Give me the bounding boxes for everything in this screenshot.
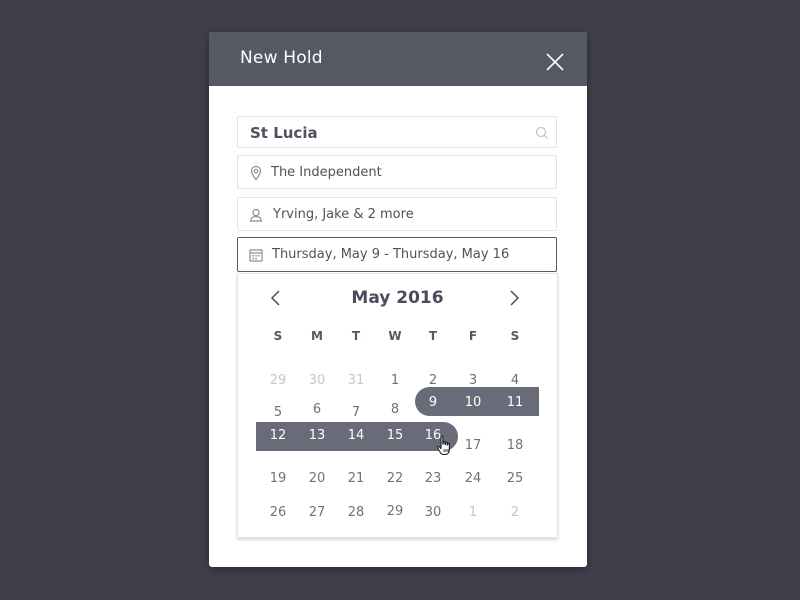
date-field[interactable]: Thursday, May 9 - Thursday, May 16	[237, 237, 557, 272]
date-picker-calendar: May 2016 SMTWTFS 29 30 31 1 2 3 4 5 6 7 8 9 10 11 12 13…	[237, 273, 558, 538]
calendar-day[interactable]: 19	[263, 471, 293, 486]
calendar-day[interactable]: 25	[500, 471, 530, 486]
calendar-day[interactable]: 8	[380, 402, 410, 417]
people-input[interactable]: Yrving, Jake & 2 more	[273, 207, 414, 222]
calendar-day[interactable]: 2	[418, 373, 448, 388]
venue-field[interactable]: The Independent	[237, 155, 557, 189]
calendar-day[interactable]: 30	[302, 373, 332, 388]
calendar-day[interactable]: 6	[302, 402, 332, 417]
calendar-day[interactable]: 28	[341, 505, 371, 520]
weekday-label: S	[510, 329, 520, 343]
calendar-day[interactable]: 20	[302, 471, 332, 486]
calendar-day[interactable]: 1	[458, 505, 488, 520]
calendar-day[interactable]: 31	[341, 373, 371, 388]
calendar-day[interactable]: 22	[380, 471, 410, 486]
calendar-day[interactable]: 12	[263, 428, 293, 443]
close-button[interactable]	[543, 50, 567, 74]
weekday-label: M	[311, 329, 323, 343]
calendar-day[interactable]: 5	[263, 405, 293, 420]
calendar-day[interactable]: 29	[263, 373, 293, 388]
venue-input[interactable]: The Independent	[271, 165, 382, 180]
calendar-day[interactable]: 23	[418, 471, 448, 486]
calendar-day[interactable]: 14	[341, 428, 371, 443]
calendar-day[interactable]: 13	[302, 428, 332, 443]
calendar-day[interactable]: 9	[418, 395, 448, 410]
new-hold-modal: New Hold St Lucia The Independent Yrving…	[209, 32, 587, 567]
next-month-button[interactable]	[504, 288, 524, 308]
weekday-label: T	[351, 329, 361, 343]
modal-header: New Hold	[209, 32, 587, 86]
calendar-day[interactable]: 26	[263, 505, 293, 520]
calendar-day[interactable]: 3	[458, 373, 488, 388]
weekday-label: F	[468, 329, 478, 343]
date-range-input[interactable]: Thursday, May 9 - Thursday, May 16	[272, 247, 509, 262]
search-input[interactable]: St Lucia	[250, 124, 318, 142]
weekday-label: T	[428, 329, 438, 343]
calendar-day[interactable]: 10	[458, 395, 488, 410]
chevron-right-icon	[510, 290, 520, 306]
close-icon	[546, 53, 564, 71]
calendar-day[interactable]: 7	[341, 405, 371, 420]
calendar-day[interactable]: 27	[302, 505, 332, 520]
hand-pointer-icon	[436, 435, 450, 456]
calendar-day[interactable]: 24	[458, 471, 488, 486]
calendar-day[interactable]: 30	[418, 505, 448, 520]
calendar-day[interactable]: 4	[500, 373, 530, 388]
search-field[interactable]: St Lucia	[237, 116, 557, 148]
modal-title: New Hold	[240, 48, 323, 68]
calendar-icon	[249, 249, 263, 262]
calendar-day[interactable]: 15	[380, 428, 410, 443]
calendar-day[interactable]: 17	[458, 438, 488, 453]
people-field[interactable]: Yrving, Jake & 2 more	[237, 197, 557, 231]
calendar-day[interactable]: 29	[380, 504, 410, 519]
user-icon	[249, 208, 263, 222]
map-pin-icon	[250, 165, 262, 181]
calendar-day[interactable]: 18	[500, 438, 530, 453]
calendar-day[interactable]: 21	[341, 471, 371, 486]
weekday-label: S	[273, 329, 283, 343]
calendar-day[interactable]: 11	[500, 395, 530, 410]
calendar-day[interactable]: 1	[380, 373, 410, 388]
search-icon	[535, 126, 548, 139]
calendar-day[interactable]: 2	[500, 505, 530, 520]
weekday-label: W	[388, 329, 402, 343]
